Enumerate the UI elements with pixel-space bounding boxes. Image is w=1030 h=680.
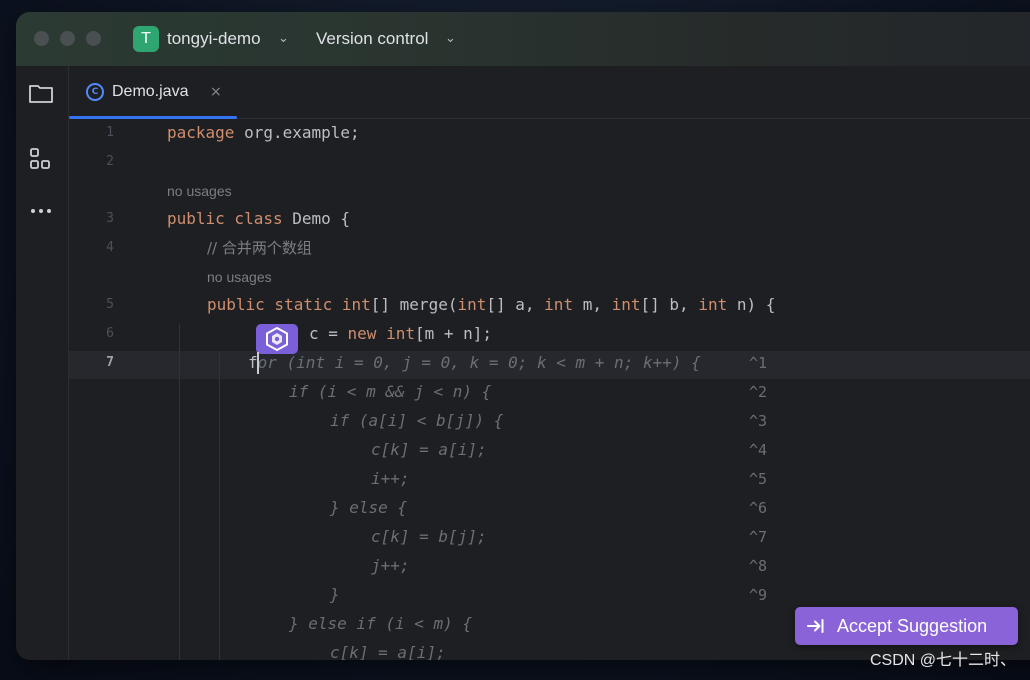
code-line-5: public static int[] merge(int[] a, int m…: [207, 295, 776, 314]
suggestion-line: } else {: [330, 498, 408, 517]
usage-hint[interactable]: no usages: [167, 181, 232, 201]
suggestion-line: } else if (i < m) {: [289, 614, 473, 633]
line-number: 3: [106, 211, 114, 226]
structure-icon[interactable]: [28, 146, 54, 172]
suggestion-line: c[k] = b[j];: [371, 527, 487, 546]
code-editor[interactable]: package org.example; no usages public cl…: [167, 119, 1030, 660]
chevron-down-icon: ⌄: [445, 31, 456, 46]
shortcut-hint: ^5: [749, 470, 768, 488]
shortcut-hint: ^2: [749, 383, 768, 401]
inline-suggestion: or (int i = 0, j = 0, k = 0; k < m + n; …: [257, 353, 701, 372]
suggestion-line: c[k] = a[i];: [330, 643, 446, 660]
project-badge[interactable]: T: [133, 26, 159, 52]
suggestion-line: if (i < m && j < n) {: [289, 382, 492, 401]
line-number-gutter: 1 2 3 4 5 6 7: [69, 119, 165, 660]
text-caret: [257, 352, 259, 374]
watermark: CSDN @七十二时、: [869, 652, 1016, 669]
java-class-icon: C: [86, 83, 104, 101]
indent-guide: [179, 324, 180, 660]
line-number: 2: [106, 154, 114, 169]
suggestion-line: if (a[i] < b[j]) {: [330, 411, 504, 430]
minimize-window-button[interactable]: [60, 31, 75, 46]
accept-suggestion-button[interactable]: Accept Suggestion: [795, 607, 1018, 645]
line-number: 5: [106, 297, 114, 312]
title-bar: T tongyi-demo ⌄ Version control ⌄: [16, 12, 1030, 66]
shortcut-hint: ^1: [749, 354, 768, 372]
suggestion-line: c[k] = a[i];: [371, 440, 487, 459]
indent-guide: [219, 353, 220, 660]
shortcut-hint: ^8: [749, 557, 768, 575]
more-icon[interactable]: [28, 198, 54, 224]
shortcut-hint: ^9: [749, 586, 768, 604]
code-line-4: // 合并两个数组: [207, 239, 312, 257]
tab-demo-java[interactable]: C Demo.java ×: [69, 66, 237, 119]
line-number: 1: [106, 125, 114, 140]
tongyi-lingma-icon[interactable]: [256, 324, 298, 354]
code-line-1: package org.example;: [167, 123, 360, 142]
tab-key-icon: [807, 616, 825, 636]
code-line-3: public class Demo {: [167, 209, 351, 228]
folder-icon[interactable]: [28, 80, 54, 106]
version-control-dropdown[interactable]: Version control: [316, 28, 428, 50]
shortcut-hint: ^3: [749, 412, 768, 430]
line-number: 6: [106, 326, 114, 341]
code-line-7: for (int i = 0, j = 0, k = 0; k < m + n;…: [248, 353, 701, 372]
maximize-window-button[interactable]: [86, 31, 101, 46]
code-line-6: c = new int[m + n];: [309, 324, 493, 343]
line-number: 4: [106, 240, 114, 255]
shortcut-hint: ^6: [749, 499, 768, 517]
accept-suggestion-label: Accept Suggestion: [837, 616, 988, 636]
suggestion-line: i++;: [371, 469, 410, 488]
chevron-down-icon: ⌄: [278, 31, 289, 46]
project-name-dropdown[interactable]: tongyi-demo: [167, 28, 261, 50]
line-number-current: 7: [106, 355, 114, 370]
tab-label: Demo.java: [112, 83, 189, 100]
suggestion-line: }: [330, 585, 340, 604]
close-icon[interactable]: ×: [210, 81, 222, 103]
ide-window: T tongyi-demo ⌄ Version control ⌄ C Demo…: [16, 12, 1030, 660]
shortcut-hint: ^7: [749, 528, 768, 546]
usage-hint[interactable]: no usages: [207, 267, 272, 287]
suggestion-line: j++;: [371, 556, 410, 575]
tool-window-sidebar: [16, 66, 69, 660]
close-window-button[interactable]: [34, 31, 49, 46]
editor-tab-bar: C Demo.java ×: [69, 66, 1030, 119]
shortcut-hint: ^4: [749, 441, 768, 459]
